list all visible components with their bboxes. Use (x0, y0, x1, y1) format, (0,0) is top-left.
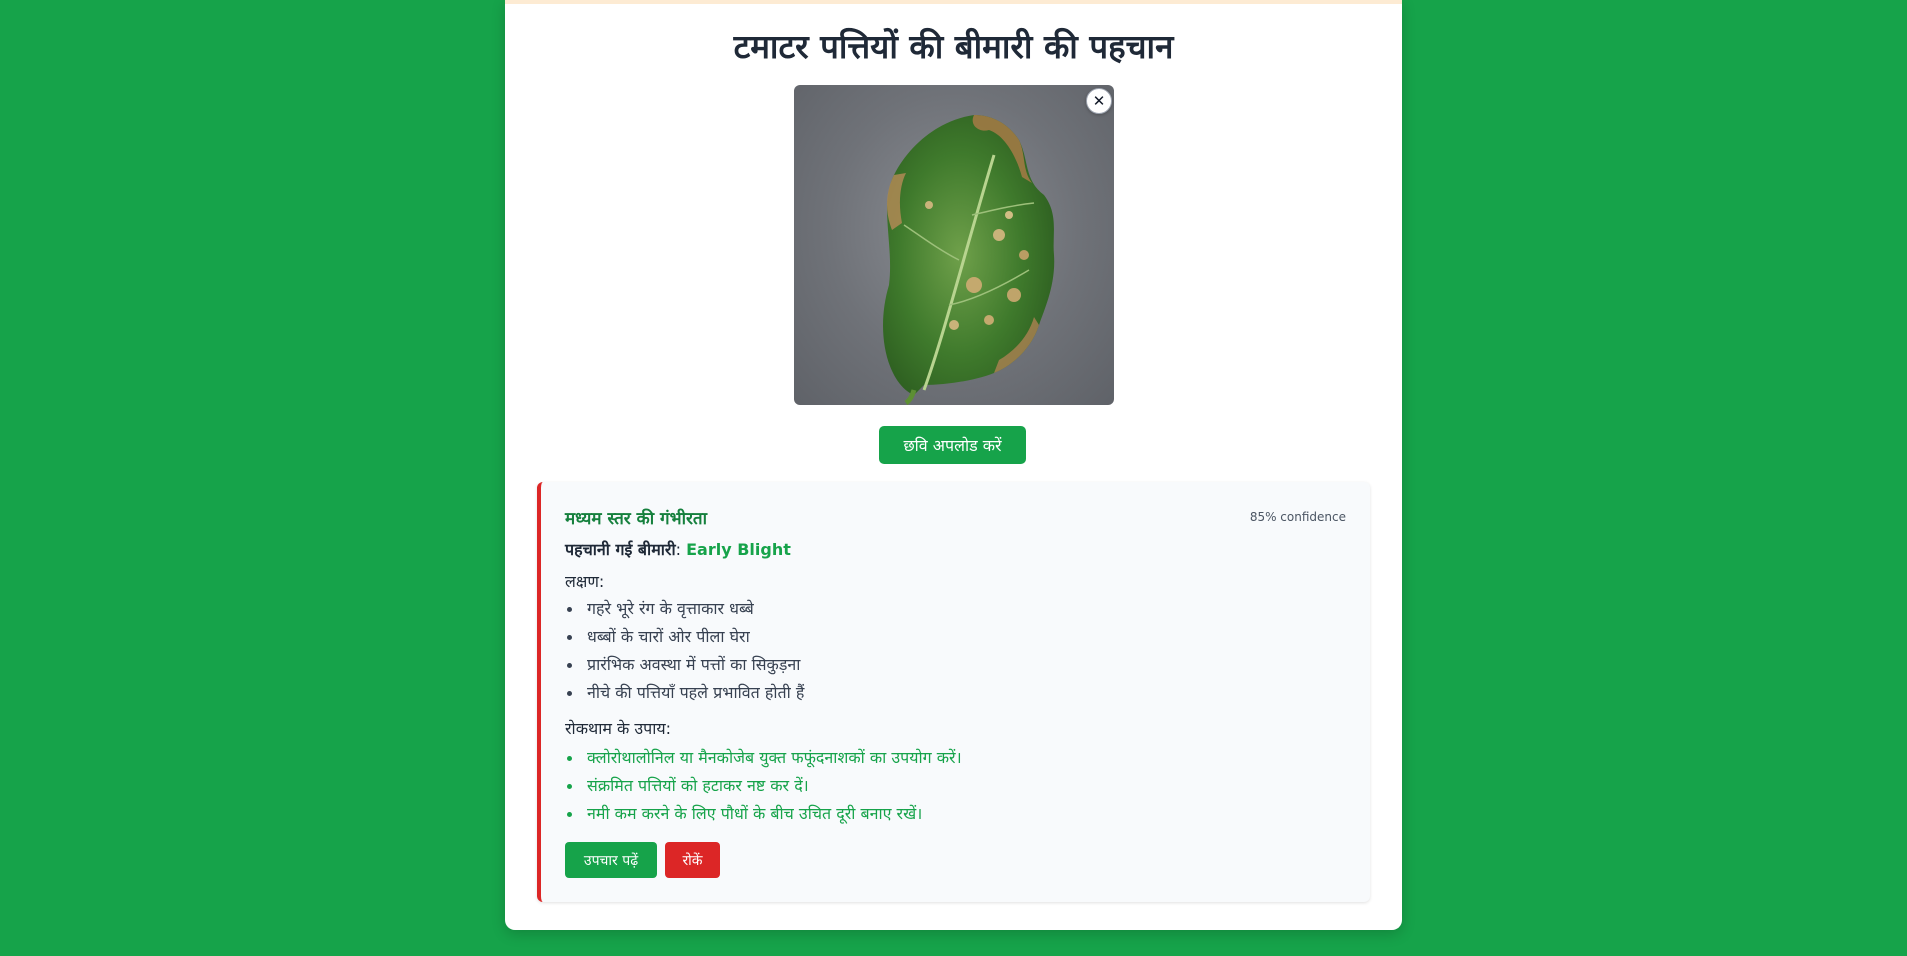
identified-disease: पहचानी गई बीमारी: Early Blight (565, 538, 791, 560)
read-treatment-button[interactable]: उपचार पढ़ें (565, 842, 657, 878)
confidence-score: 85% confidence (1249, 510, 1346, 524)
prevention-list: क्लोरोथालोनिल या मैनकोजेब युक्त फफूंदनाश… (565, 744, 962, 828)
stop-button[interactable]: रोकें (665, 842, 720, 878)
disease-label: पहचानी गई बीमारी (565, 540, 676, 559)
upload-image-button[interactable]: छवि अपलोड करें (879, 426, 1026, 464)
main-card: टमाटर पत्तियों की बीमारी की पहचान ✕ छवि … (505, 0, 1402, 930)
prevention-heading: रोकथाम के उपाय: (565, 719, 672, 738)
severity-heading: मध्यम स्तर की गंभीरता (565, 509, 708, 529)
symptom-item: धब्बों के चारों ओर पीला घेरा (565, 623, 804, 651)
symptom-item: गहरे भूरे रंग के वृत्ताकार धब्बे (565, 595, 804, 623)
disease-name: Early Blight (686, 540, 791, 559)
prevention-item: नमी कम करने के लिए पौधों के बीच उचित दूर… (565, 800, 962, 828)
prevention-item: संक्रमित पत्तियों को हटाकर नष्ट कर दें। (565, 772, 962, 800)
close-icon: ✕ (1092, 91, 1106, 110)
remove-image-button[interactable]: ✕ (1086, 88, 1112, 114)
leaf-photo (883, 115, 1055, 405)
symptoms-list: गहरे भूरे रंग के वृत्ताकार धब्बे धब्बों … (565, 595, 804, 707)
symptoms-heading: लक्षण: (565, 572, 605, 591)
disease-separator: : (675, 540, 681, 559)
symptom-item: नीचे की पत्तियाँ पहले प्रभावित होती हैं (565, 679, 804, 707)
page-title: टमाटर पत्तियों की बीमारी की पहचान (733, 27, 1174, 66)
leaf-image-preview (794, 85, 1114, 405)
symptom-item: प्रारंभिक अवस्था में पत्तों का सिकुड़ना (565, 651, 804, 679)
prevention-item: क्लोरोथालोनिल या मैनकोजेब युक्त फफूंदनाश… (565, 744, 962, 772)
diagnosis-result-panel: मध्यम स्तर की गंभीरता 85% confidence पहच… (537, 482, 1370, 902)
